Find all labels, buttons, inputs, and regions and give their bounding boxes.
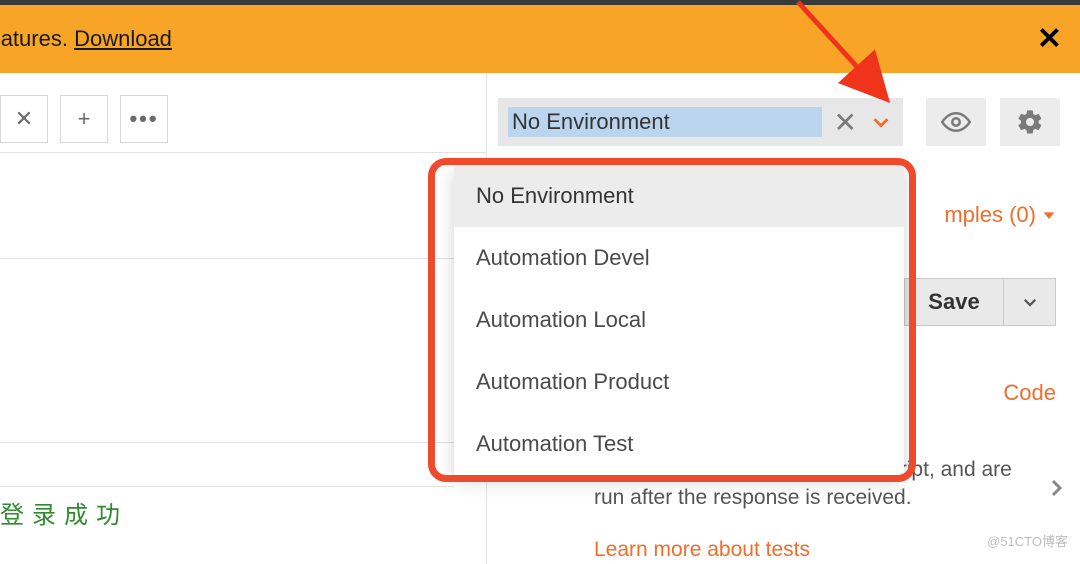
- new-tab-button[interactable]: +: [60, 95, 108, 143]
- close-icon[interactable]: ✕: [1037, 22, 1062, 57]
- divider: [0, 442, 454, 443]
- banner-text: e features. Download: [0, 26, 172, 52]
- dropdown-item[interactable]: Automation Devel: [454, 227, 904, 289]
- chevron-right-icon[interactable]: [1044, 476, 1068, 505]
- info-line3: received.: [826, 486, 911, 509]
- chevron-down-icon[interactable]: [869, 110, 893, 134]
- dropdown-item[interactable]: Automation Test: [454, 413, 904, 475]
- save-button-group: Save: [904, 278, 1056, 326]
- divider: [0, 258, 454, 259]
- response-result-text: 登录成功: [0, 495, 128, 530]
- more-tabs-button[interactable]: •••: [120, 95, 168, 143]
- dropdown-item[interactable]: Automation Product: [454, 351, 904, 413]
- dropdown-item[interactable]: Automation Local: [454, 289, 904, 351]
- close-tab-button[interactable]: ✕: [0, 95, 48, 143]
- examples-label: mples (0): [944, 202, 1036, 228]
- divider: [0, 486, 454, 487]
- environment-selector[interactable]: No Environment ✕: [498, 98, 903, 146]
- save-button[interactable]: Save: [904, 278, 1004, 326]
- download-link[interactable]: Download: [74, 26, 172, 51]
- divider: [0, 152, 486, 153]
- examples-dropdown[interactable]: mples (0): [944, 202, 1056, 228]
- dropdown-item[interactable]: No Environment: [454, 165, 904, 227]
- learn-more-link[interactable]: Learn more about tests: [594, 538, 810, 562]
- clear-icon[interactable]: ✕: [822, 106, 869, 139]
- environment-quicklook-button[interactable]: [926, 98, 986, 146]
- settings-button[interactable]: [1000, 98, 1060, 146]
- watermark-text: @51CTO博客: [987, 531, 1068, 550]
- banner-prefix: e features.: [0, 26, 74, 51]
- environment-dropdown: No Environment Automation Devel Automati…: [454, 165, 904, 475]
- update-banner: e features. Download ✕: [0, 5, 1080, 73]
- tab-actions: ✕ + •••: [0, 95, 168, 143]
- environment-selected-label: No Environment: [508, 107, 822, 137]
- save-options-button[interactable]: [1004, 278, 1056, 326]
- code-link[interactable]: Code: [1003, 380, 1056, 406]
